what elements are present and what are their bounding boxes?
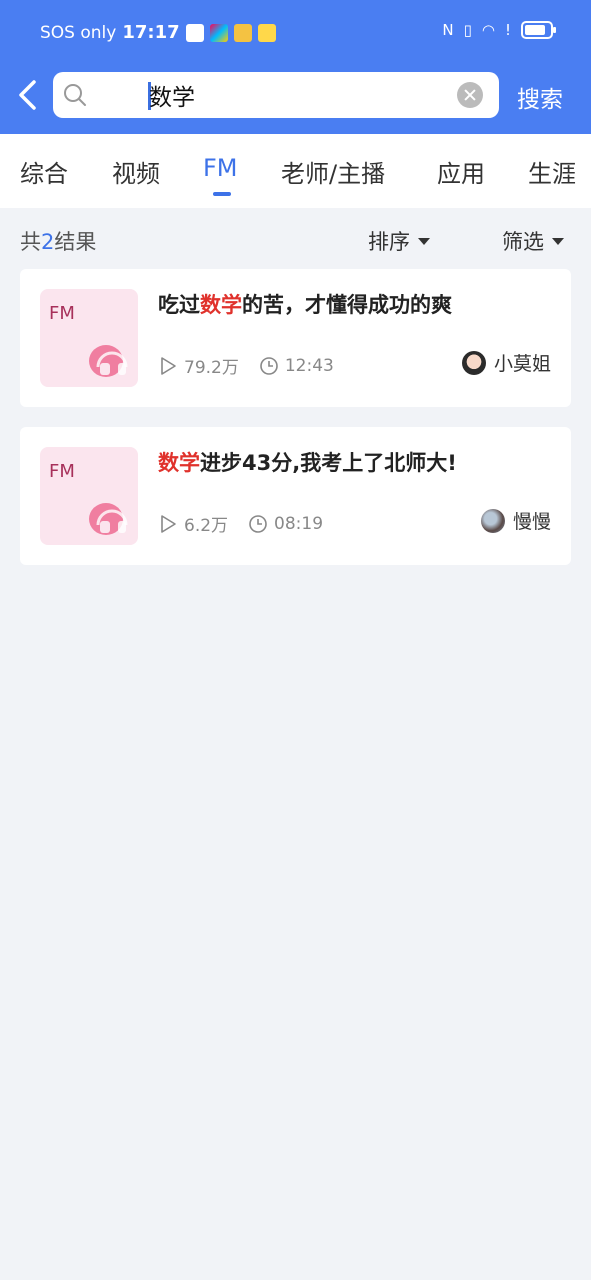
dropdown-arrow-icon	[552, 237, 564, 245]
search-box[interactable]	[53, 72, 499, 118]
fm-thumbnail: FM	[40, 447, 138, 545]
emoji-notification-icon	[257, 23, 276, 42]
duration: 08:19	[274, 513, 324, 534]
result-card[interactable]: FM 吃过数学的苦，才懂得成功的爽 79.2万 12:43 小莫姐	[20, 269, 571, 407]
wifi-icon: ◠	[481, 21, 495, 39]
game-notification-icon	[233, 23, 252, 42]
play-icon	[161, 356, 176, 375]
top-bar: SOS only 17:17 N ▯ ◠ ! 搜索	[0, 0, 591, 134]
vibrate-icon: ▯	[463, 21, 472, 39]
tab-all[interactable]: 综合	[20, 154, 68, 189]
author-name: 小莫姐	[493, 353, 551, 375]
back-arrow-icon[interactable]	[14, 78, 42, 112]
play-count: 79.2万	[184, 358, 239, 378]
tab-teacher-host[interactable]: 老师/主播	[281, 154, 385, 189]
clear-icon[interactable]	[457, 82, 483, 108]
author[interactable]: 慢慢	[480, 507, 551, 534]
fm-thumbnail: FM	[40, 289, 138, 387]
nfc-icon: N	[442, 21, 454, 39]
avatar	[461, 350, 486, 375]
carrier-text: SOS only	[40, 22, 117, 43]
alert-icon: !	[504, 21, 511, 39]
author[interactable]: 小莫姐	[461, 349, 551, 376]
mail-notification-icon	[185, 23, 204, 42]
result-title[interactable]: 吃过数学的苦，才懂得成功的爽	[158, 289, 452, 319]
headphones-icon	[89, 345, 128, 377]
result-title[interactable]: 数学进步43分,我考上了北师大!	[158, 447, 457, 477]
result-count: 共2结果	[20, 230, 97, 254]
search-input[interactable]	[149, 78, 479, 112]
headphones-icon	[89, 503, 128, 535]
clock-icon	[260, 356, 278, 375]
avatar	[480, 508, 505, 533]
status-bar: SOS only 17:17 N ▯ ◠ !	[0, 0, 591, 66]
play-icon	[161, 514, 176, 533]
clock-icon	[249, 514, 267, 533]
result-meta: 6.2万 08:19	[158, 511, 323, 536]
app-notification-icon	[209, 23, 228, 42]
active-tab-indicator	[213, 192, 231, 196]
author-name: 慢慢	[512, 511, 551, 533]
sort-button[interactable]: 排序	[368, 226, 430, 256]
play-count: 6.2万	[184, 516, 229, 536]
tab-career[interactable]: 生涯	[528, 154, 576, 189]
result-card[interactable]: FM 数学进步43分,我考上了北师大! 6.2万 08:19 慢慢	[20, 427, 571, 565]
search-icon	[64, 84, 86, 106]
tab-fm[interactable]: FM	[203, 154, 238, 182]
battery-icon	[521, 21, 556, 39]
tab-apps[interactable]: 应用	[437, 154, 485, 189]
filter-button[interactable]: 筛选	[502, 226, 564, 256]
clock: 17:17	[122, 22, 180, 43]
tab-video[interactable]: 视频	[112, 154, 160, 189]
search-button[interactable]: 搜索	[517, 80, 563, 114]
duration: 12:43	[284, 355, 334, 376]
category-tabs: 综合 视频 FM 老师/主播 应用 生涯	[0, 134, 591, 208]
result-meta: 79.2万 12:43	[158, 353, 334, 378]
dropdown-arrow-icon	[418, 237, 430, 245]
